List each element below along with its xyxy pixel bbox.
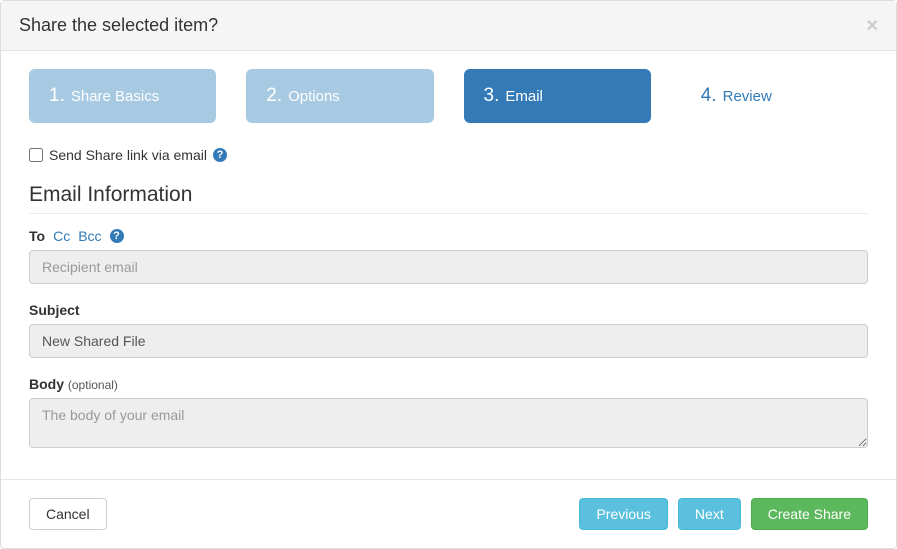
recipient-group: To Cc Bcc ?	[29, 228, 868, 284]
step-review[interactable]: 4. Review	[681, 69, 868, 123]
body-label-text: Body	[29, 376, 64, 392]
wizard-steps: 1. Share Basics 2. Options 3. Email 4. R…	[29, 69, 868, 123]
step-label: Share Basics	[71, 88, 159, 105]
subject-label: Subject	[29, 302, 868, 318]
body-label: Body (optional)	[29, 376, 868, 392]
body-group: Body (optional)	[29, 376, 868, 451]
send-link-via-email-row: Send Share link via email ?	[29, 147, 868, 163]
send-link-via-email-label: Send Share link via email	[49, 147, 207, 163]
close-icon[interactable]: ×	[866, 16, 878, 36]
email-information-heading: Email Information	[29, 183, 868, 214]
cancel-button[interactable]: Cancel	[29, 498, 107, 530]
step-label: Email	[505, 88, 543, 105]
step-number: 4.	[701, 85, 717, 107]
modal-body: 1. Share Basics 2. Options 3. Email 4. R…	[1, 51, 896, 479]
send-link-via-email-checkbox[interactable]	[29, 148, 43, 162]
modal-header: Share the selected item? ×	[1, 1, 896, 51]
share-modal: Share the selected item? × 1. Share Basi…	[0, 0, 897, 549]
step-share-basics[interactable]: 1. Share Basics	[29, 69, 216, 123]
bcc-link[interactable]: Bcc	[78, 228, 101, 244]
recipient-labels: To Cc Bcc ?	[29, 228, 868, 244]
step-options[interactable]: 2. Options	[246, 69, 433, 123]
step-email[interactable]: 3. Email	[464, 69, 651, 123]
next-button[interactable]: Next	[678, 498, 741, 530]
previous-button[interactable]: Previous	[579, 498, 667, 530]
body-textarea[interactable]	[29, 398, 868, 448]
create-share-button[interactable]: Create Share	[751, 498, 868, 530]
to-label: To	[29, 228, 45, 244]
recipient-input[interactable]	[29, 250, 868, 284]
step-number: 1.	[49, 85, 65, 107]
subject-input[interactable]	[29, 324, 868, 358]
step-label: Options	[288, 88, 340, 105]
help-icon[interactable]: ?	[213, 148, 227, 162]
body-optional-text: (optional)	[68, 378, 118, 392]
modal-title: Share the selected item?	[19, 15, 218, 36]
cc-link[interactable]: Cc	[53, 228, 70, 244]
subject-group: Subject	[29, 302, 868, 358]
step-label: Review	[723, 88, 772, 105]
modal-footer: Cancel Previous Next Create Share	[1, 479, 896, 548]
step-number: 3.	[484, 85, 500, 107]
help-icon[interactable]: ?	[110, 229, 124, 243]
step-number: 2.	[266, 85, 282, 107]
footer-right: Previous Next Create Share	[579, 498, 868, 530]
